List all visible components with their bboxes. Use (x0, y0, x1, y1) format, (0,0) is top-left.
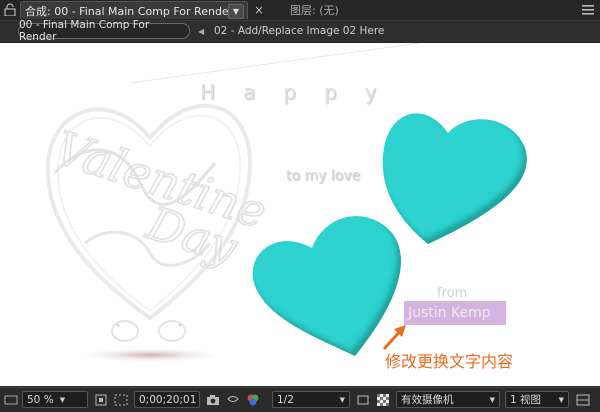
color-channels-icon[interactable] (246, 393, 260, 407)
panel-menu-icon[interactable] (582, 4, 594, 15)
fit-frame-icon[interactable] (94, 393, 108, 407)
views-value: 1 视图 (510, 394, 542, 406)
lock-icon[interactable] (4, 3, 16, 16)
zoom-value: 50 % (27, 393, 54, 406)
heart-small (252, 216, 401, 356)
floor-shadow (70, 347, 230, 363)
close-tab-icon[interactable]: × (254, 3, 264, 17)
views-dropdown[interactable]: 1 视图 ▼ (505, 391, 569, 408)
always-preview-icon[interactable] (4, 393, 18, 407)
transparency-grid-icon[interactable] (376, 393, 390, 407)
to-my-love-text: to my love (286, 168, 361, 184)
tab-composition-label: 合成: 00 - Final Main Comp For Render (25, 4, 234, 18)
breadcrumb-arrow-icon: ◀ (198, 26, 205, 36)
chevron-down-icon: ▼ (558, 395, 564, 404)
timecode-field[interactable]: 0;00;20;01 (134, 391, 200, 408)
decorative-line (129, 43, 421, 84)
show-snapshot-icon[interactable] (226, 393, 240, 407)
tab-dropdown-button[interactable]: ▼ (228, 4, 244, 19)
breadcrumb-child-comp[interactable]: 02 - Add/Replace Image 02 Here (214, 23, 384, 39)
camera-dropdown[interactable]: 有效摄像机 ▼ (396, 391, 500, 408)
composition-viewer[interactable]: Happy Valentine's Day Valentine Day to m… (0, 43, 600, 386)
region-of-interest-icon[interactable] (356, 393, 370, 407)
breadcrumb: 00 - Final Main Comp For Render ◀ 02 - A… (0, 19, 600, 43)
panel-tab-bar: 合成: 00 - Final Main Comp For Render ▼ × … (0, 0, 600, 21)
resolution-value: 1/2 (277, 393, 294, 406)
sender-name-text[interactable]: Justin Kemp (404, 301, 506, 325)
chevron-down-icon: ▼ (59, 395, 66, 404)
camera-value: 有效摄像机 (401, 394, 454, 406)
tab-composition[interactable]: 合成: 00 - Final Main Comp For Render ▼ (20, 1, 248, 19)
zoom-dropdown[interactable]: 50 % ▼ (22, 391, 88, 408)
toggle-pixel-aspect-icon[interactable] (576, 393, 590, 407)
resolution-dropdown[interactable]: 1/2 ▼ (272, 391, 350, 408)
timecode-value: 0;00;20;01 (139, 393, 197, 406)
happy-text: Happy (200, 80, 405, 104)
script-title-art: Valentine Day (48, 121, 270, 271)
snapshot-camera-icon[interactable] (206, 393, 220, 407)
chevron-down-icon: ▼ (489, 395, 495, 404)
tab-layer-label: 图层: (无) (290, 4, 339, 17)
tab-layer[interactable]: 图层: (无) (290, 1, 339, 19)
safe-margins-icon[interactable] (114, 393, 128, 407)
from-text: from (437, 286, 468, 301)
annotation-label: 修改更换文字内容 (385, 352, 514, 371)
viewer-toolbar: 50 % ▼ 0;00;20;01 1/2 ▼ 有效摄像机 ▼ 1 视图 ▼ (0, 387, 600, 412)
breadcrumb-current-comp[interactable]: 00 - Final Main Comp For Render (18, 19, 190, 43)
chevron-down-icon: ▼ (339, 395, 345, 404)
heart-large (382, 113, 527, 244)
